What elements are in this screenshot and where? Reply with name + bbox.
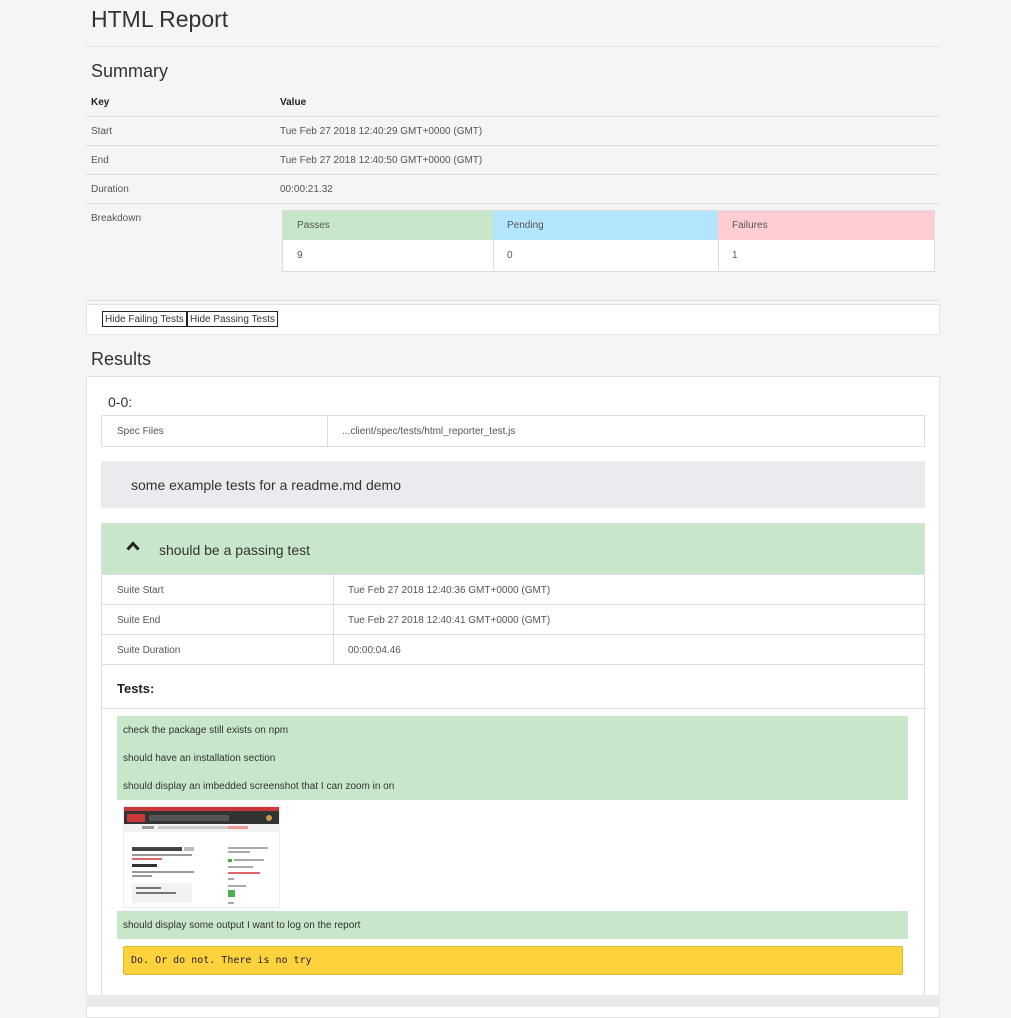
- suite-start-row: Suite Start Tue Feb 27 2018 12:40:36 GMT…: [102, 574, 924, 605]
- results-panel: 0-0: Spec Files ...client/spec/tests/htm…: [86, 376, 940, 1018]
- tests-divider: [102, 708, 924, 709]
- value-header: Value: [280, 97, 307, 108]
- test-item: should display an imbedded screenshot th…: [123, 781, 395, 792]
- summary-header-row: Key Value: [86, 88, 940, 116]
- report-page: HTML Report Summary Key Value Start Tue …: [86, 0, 940, 1018]
- pending-cell: 0: [493, 240, 719, 270]
- chevron-up-icon[interactable]: [126, 541, 140, 551]
- suite-id: 0-0:: [108, 394, 133, 410]
- log-output-box: Do. Or do not. There is no try: [123, 946, 903, 975]
- key-header: Key: [91, 97, 110, 108]
- spec-files-table: Spec Files ...client/spec/tests/html_rep…: [101, 415, 925, 447]
- log-output-text: Do. Or do not. There is no try: [131, 955, 312, 966]
- summary-key: Start: [91, 126, 113, 137]
- suite-panel: should be a passing test Suite Start Tue…: [101, 523, 925, 997]
- failures-count: 1: [732, 250, 738, 261]
- summary-value: Tue Feb 27 2018 12:40:50 GMT+0000 (GMT): [280, 155, 483, 166]
- hide-passing-tests-button[interactable]: Hide Passing Tests: [187, 311, 278, 327]
- npm-page-screenshot-image: [124, 807, 279, 904]
- suite-start-label: Suite Start: [117, 585, 164, 596]
- row-divider: [102, 664, 924, 665]
- failures-label: Failures: [732, 220, 768, 231]
- passes-cell: 9: [283, 240, 494, 270]
- suite-duration-label: Suite Duration: [117, 645, 181, 656]
- describe-block-header: some example tests for a readme.md demo: [101, 461, 925, 508]
- column-divider: [333, 635, 334, 665]
- summary-row-end: End Tue Feb 27 2018 12:40:50 GMT+0000 (G…: [86, 145, 940, 174]
- pending-header: Pending: [493, 211, 718, 240]
- describe-title: some example tests for a readme.md demo: [131, 477, 402, 493]
- pending-count: 0: [507, 250, 513, 261]
- summary-value: Tue Feb 27 2018 12:40:29 GMT+0000 (GMT): [280, 126, 483, 137]
- test-item: check the package still exists on npm: [123, 725, 289, 736]
- summary-key: End: [91, 155, 109, 166]
- summary-row-breakdown: Breakdown Passes Pending Failures 9 0 1: [86, 203, 940, 301]
- tests-heading: Tests:: [117, 681, 155, 696]
- embedded-screenshot-thumbnail[interactable]: [123, 806, 280, 908]
- summary-value: 00:00:21.32: [280, 184, 333, 195]
- column-divider: [333, 605, 334, 635]
- pending-label: Pending: [507, 220, 544, 231]
- passes-count: 9: [297, 250, 303, 261]
- failures-header: Failures: [718, 211, 934, 240]
- title-divider: [86, 46, 940, 47]
- breakdown-table: Passes Pending Failures 9 0 1: [282, 210, 935, 272]
- suite-duration-row: Suite Duration 00:00:04.46: [102, 634, 924, 665]
- column-divider: [327, 416, 328, 446]
- summary-table: Key Value Start Tue Feb 27 2018 12:40:29…: [86, 88, 940, 301]
- suite-start-value: Tue Feb 27 2018 12:40:36 GMT+0000 (GMT): [348, 585, 551, 596]
- summary-row-start: Start Tue Feb 27 2018 12:40:29 GMT+0000 …: [86, 116, 940, 145]
- suite-duration-value: 00:00:04.46: [348, 645, 401, 656]
- page-bottom-edge: [86, 995, 940, 1007]
- spec-files-label: Spec Files: [117, 426, 164, 437]
- test-item: should have an installation section: [123, 753, 276, 764]
- column-divider: [333, 575, 334, 605]
- passes-label: Passes: [297, 220, 330, 231]
- suite-end-label: Suite End: [117, 615, 161, 626]
- filter-toolbar: Hide Failing Tests Hide Passing Tests: [86, 304, 940, 335]
- page-title: HTML Report: [91, 6, 229, 32]
- summary-key: Duration: [91, 184, 129, 195]
- suite-header[interactable]: should be a passing test: [102, 524, 924, 574]
- spec-files-value: ...client/spec/tests/html_reporter_test.…: [342, 426, 516, 437]
- summary-heading: Summary: [91, 61, 169, 81]
- summary-row-duration: Duration 00:00:21.32: [86, 174, 940, 203]
- suite-name: should be a passing test: [159, 542, 310, 558]
- summary-key: Breakdown: [91, 213, 142, 224]
- passes-header: Passes: [283, 211, 493, 240]
- passing-tests-list: check the package still exists on npm sh…: [117, 716, 908, 800]
- passing-test-item: should display some output I want to log…: [117, 911, 908, 939]
- failures-cell: 1: [718, 240, 934, 270]
- results-heading: Results: [91, 349, 152, 369]
- suite-end-value: Tue Feb 27 2018 12:40:41 GMT+0000 (GMT): [348, 615, 551, 626]
- hide-failing-tests-button[interactable]: Hide Failing Tests: [102, 311, 187, 327]
- test-item: should display some output I want to log…: [123, 920, 361, 931]
- suite-end-row: Suite End Tue Feb 27 2018 12:40:41 GMT+0…: [102, 604, 924, 635]
